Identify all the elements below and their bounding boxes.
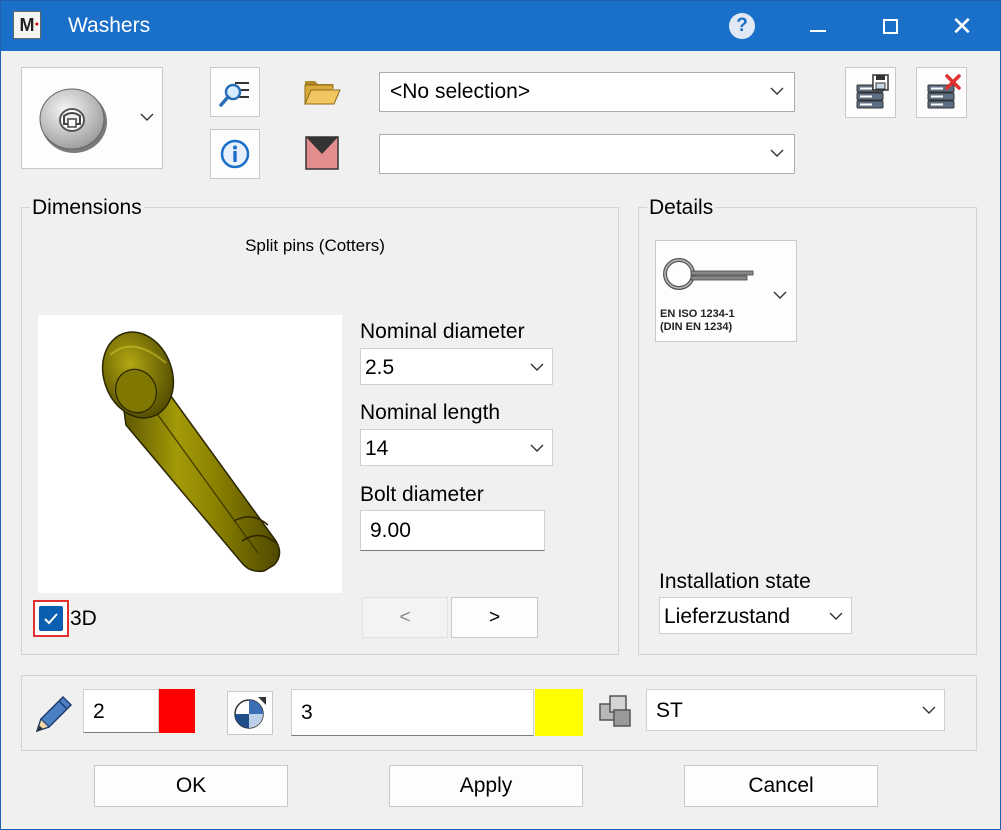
split-pin-3d-image xyxy=(101,331,281,573)
details-label: Details xyxy=(647,196,716,220)
part-type-selector[interactable] xyxy=(21,67,163,169)
search-list-button[interactable] xyxy=(210,67,260,117)
ok-button[interactable]: OK xyxy=(94,765,288,807)
washers-dialog: M ● Washers ? ✕ <No selection> Dimension… xyxy=(0,0,1001,830)
part-preview xyxy=(38,315,342,593)
pencil-icon[interactable] xyxy=(29,691,75,737)
title-bar: M ● Washers ? ✕ xyxy=(1,1,1000,51)
next-button[interactable]: > xyxy=(451,597,538,638)
installation-state-label: Installation state xyxy=(659,570,811,593)
chevron-down-icon xyxy=(773,287,787,305)
search-list-icon xyxy=(219,82,249,107)
chevron-down-icon xyxy=(770,148,784,158)
info-icon xyxy=(220,139,250,169)
apply-button[interactable]: Apply xyxy=(389,765,583,807)
layer-pie-icon xyxy=(234,697,266,729)
message-icon[interactable] xyxy=(305,136,339,170)
checkbox-check-icon xyxy=(39,606,63,631)
chevron-down-icon xyxy=(829,611,843,621)
window-title: Washers xyxy=(68,14,151,37)
bolt-diameter-input[interactable]: 9.00 xyxy=(360,510,545,551)
view3d-checkbox[interactable] xyxy=(33,600,69,637)
nominal-diameter-label: Nominal diameter xyxy=(360,320,525,343)
nominal-diameter-select[interactable]: 2.5 xyxy=(360,348,553,385)
nominal-length-label: Nominal length xyxy=(360,401,501,424)
folder-open-icon[interactable] xyxy=(303,77,341,107)
nominal-length-select[interactable]: 14 xyxy=(360,429,553,466)
pen-width-input[interactable]: 2 xyxy=(83,689,159,733)
chevron-down-icon xyxy=(922,705,936,715)
standard-selector[interactable]: EN ISO 1234-1 (DIN EN 1234) xyxy=(655,240,797,342)
layer-button[interactable] xyxy=(227,691,273,735)
bolt-diameter-label: Bolt diameter xyxy=(360,483,484,506)
app-logo-icon: M ● xyxy=(13,11,41,39)
maximize-button[interactable] xyxy=(855,1,925,51)
standard-label: EN ISO 1234-1 (DIN EN 1234) xyxy=(660,308,735,333)
secondary-combo[interactable] xyxy=(379,134,795,174)
chevron-down-icon xyxy=(140,112,154,122)
chevron-down-icon xyxy=(530,443,544,453)
help-button[interactable]: ? xyxy=(707,1,777,51)
cancel-button[interactable]: Cancel xyxy=(684,765,878,807)
maximize-icon xyxy=(882,18,898,34)
installation-state-select[interactable]: Lieferzustand xyxy=(659,597,852,634)
delete-database-button[interactable] xyxy=(916,67,967,118)
close-icon: ✕ xyxy=(951,11,973,41)
save-database-button[interactable] xyxy=(845,67,896,118)
info-button[interactable] xyxy=(210,129,260,179)
database-delete-icon xyxy=(927,73,961,108)
split-pin-icon xyxy=(663,258,754,290)
selection-combo[interactable]: <No selection> xyxy=(379,72,795,112)
previous-button[interactable]: < xyxy=(362,597,448,638)
view3d-label: 3D xyxy=(70,607,97,630)
pen-color-swatch[interactable] xyxy=(159,689,195,733)
material-icon[interactable] xyxy=(598,694,638,730)
dimensions-label: Dimensions xyxy=(30,196,144,220)
material-select[interactable]: ST xyxy=(646,689,945,731)
minimize-button[interactable] xyxy=(783,1,853,51)
chevron-down-icon xyxy=(770,86,784,96)
part-subtitle: Split pins (Cotters) xyxy=(245,236,385,255)
washer-icon xyxy=(39,88,107,153)
layer-color-swatch[interactable] xyxy=(535,689,583,736)
layer-input[interactable]: 3 xyxy=(291,689,534,736)
help-icon: ? xyxy=(729,13,755,39)
chevron-down-icon xyxy=(530,362,544,372)
database-save-icon xyxy=(856,73,889,108)
close-button[interactable]: ✕ xyxy=(927,1,997,51)
minimize-icon xyxy=(810,30,826,32)
